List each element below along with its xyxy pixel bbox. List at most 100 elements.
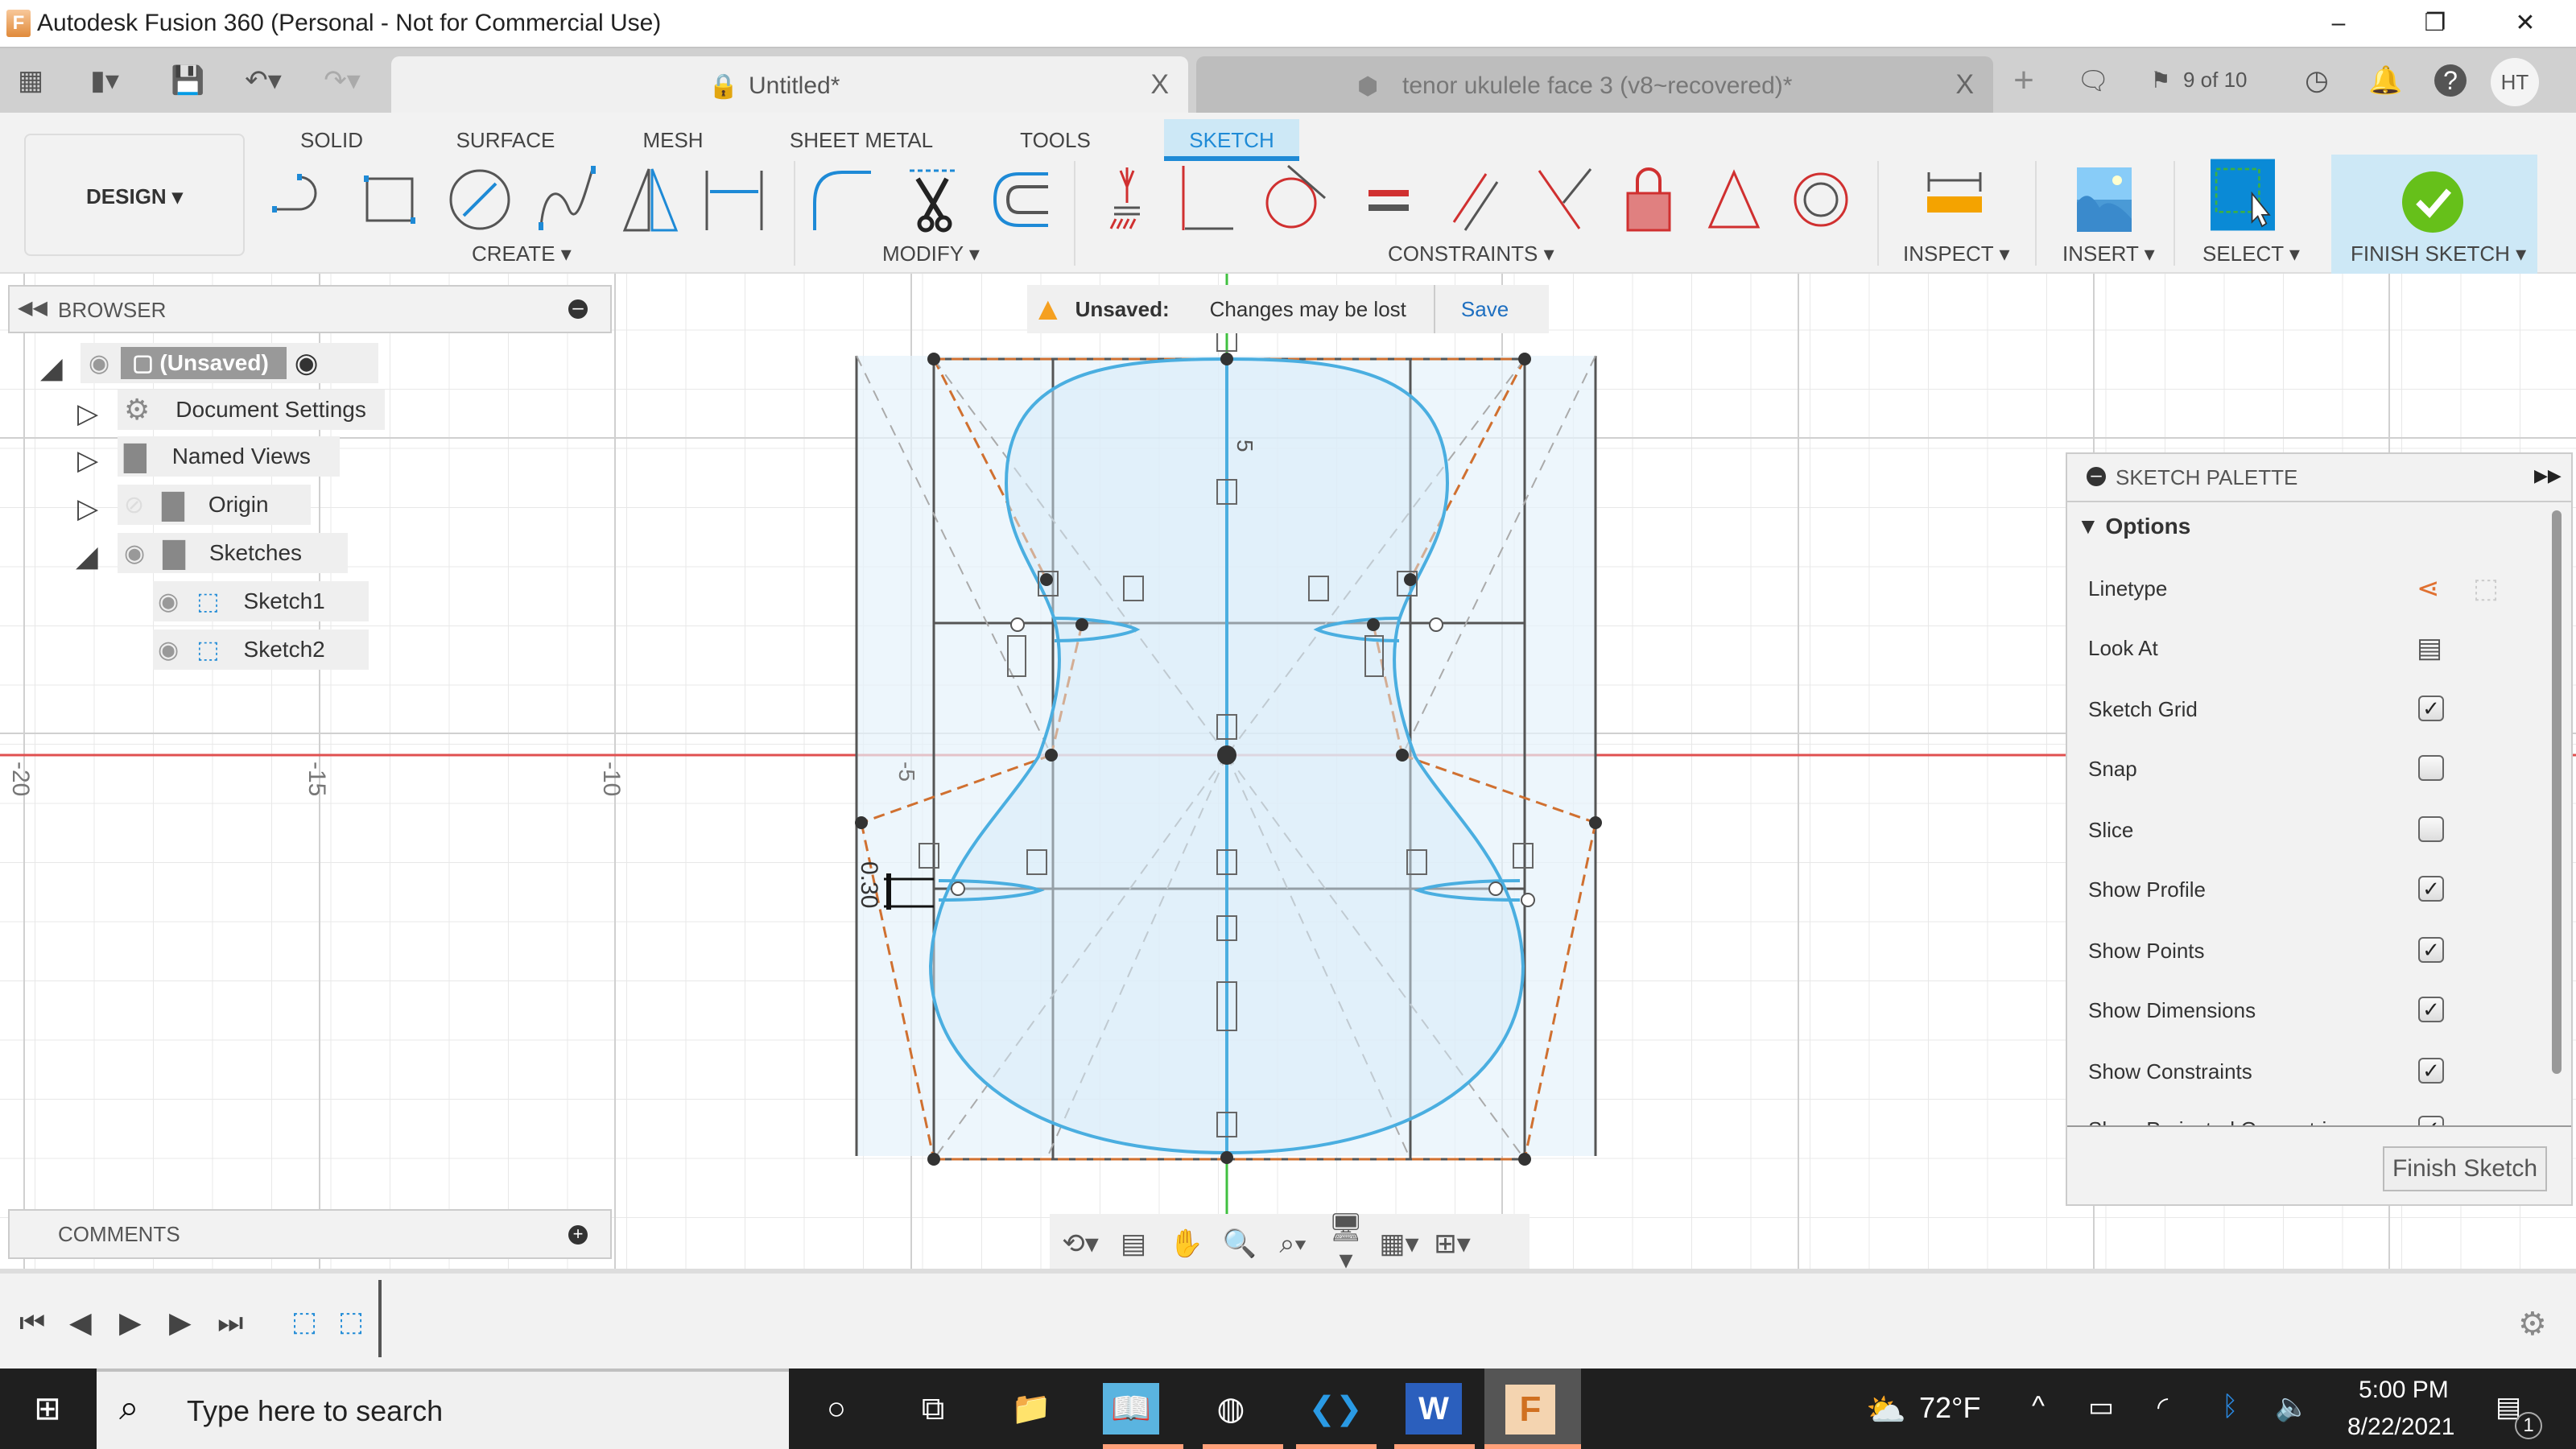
mirror-tool-icon[interactable]: [618, 163, 683, 235]
windows-start-icon[interactable]: ⊞: [19, 1383, 76, 1435]
symmetry-constraint-icon[interactable]: [1702, 163, 1766, 235]
perpendicular-constraint-icon[interactable]: [1177, 163, 1241, 235]
tab-tools[interactable]: TOOLS: [1011, 119, 1100, 161]
lock-constraint-icon[interactable]: [1616, 163, 1681, 235]
options-section-toggle[interactable]: ▼ Options: [2077, 514, 2190, 539]
centerline-linetype-icon[interactable]: ⬚: [2473, 568, 2499, 609]
browser-item-origin[interactable]: ⊘ ▇ Origin: [118, 485, 311, 525]
step-forward-icon[interactable]: ▶: [169, 1306, 192, 1340]
clock-time[interactable]: 5:00 PM: [2359, 1377, 2449, 1404]
weather-temp[interactable]: 72°F: [1919, 1391, 1980, 1425]
insert-image-icon[interactable]: [2072, 163, 2136, 235]
tab-surface[interactable]: SURFACE: [451, 119, 560, 161]
pan-hand-icon[interactable]: ✋: [1164, 1228, 1209, 1260]
expand-palette-icon[interactable]: ▶▶: [2534, 465, 2562, 486]
fusion-taskbar-active[interactable]: F: [1484, 1368, 1581, 1449]
tab-sketch[interactable]: SKETCH: [1164, 119, 1299, 161]
grid-snap-icon[interactable]: ▦▾: [1377, 1228, 1422, 1260]
eye-icon[interactable]: ◉: [158, 588, 179, 616]
user-avatar[interactable]: HT: [2491, 58, 2539, 106]
new-tab-button[interactable]: +: [2008, 63, 2040, 98]
parallel-constraint-icon[interactable]: [1446, 163, 1510, 235]
palette-scrollbar[interactable]: [2552, 510, 2562, 1074]
help-icon[interactable]: ?: [2434, 64, 2467, 97]
sketch-canvas[interactable]: -20 -15 -10 -5 5 0.30 ▲ Unsaved: Changes…: [0, 274, 2576, 1269]
play-icon[interactable]: ▶: [119, 1306, 142, 1340]
tab-mesh[interactable]: MESH: [633, 119, 713, 161]
insert-menu[interactable]: INSERT ▾: [2062, 242, 2155, 266]
browser-item-named-views[interactable]: ▇ Named Views: [118, 436, 340, 477]
viewports-icon[interactable]: ⊞▾: [1430, 1228, 1475, 1260]
taskbar-search[interactable]: ⌕ Type here to search: [97, 1368, 789, 1449]
close-tab-button[interactable]: X: [1150, 69, 1169, 101]
browser-item-sketch2[interactable]: ◉ ⬚ Sketch2: [153, 630, 369, 670]
step-back-icon[interactable]: ◀: [69, 1306, 92, 1340]
job-status-count[interactable]: 9 of 10: [2183, 68, 2248, 93]
save-icon[interactable]: 💾: [171, 64, 204, 97]
line-tool-icon[interactable]: [270, 163, 335, 235]
slice-checkbox[interactable]: [2418, 816, 2444, 842]
timeline-sketch1-icon[interactable]: ⬚: [291, 1306, 317, 1338]
show-constraints-checkbox[interactable]: ✓: [2418, 1058, 2444, 1084]
weather-icon[interactable]: ⛅: [1866, 1391, 1906, 1429]
kindle-icon[interactable]: 📖: [1103, 1383, 1159, 1435]
cortana-icon[interactable]: ○: [808, 1383, 865, 1435]
tab-solid[interactable]: SOLID: [293, 119, 370, 161]
go-to-start-icon[interactable]: ⏮: [19, 1306, 45, 1340]
comment-icon[interactable]: 🗨: [2077, 64, 2110, 97]
eye-icon[interactable]: ◉: [89, 349, 109, 378]
dimension-tool-icon[interactable]: [702, 163, 766, 235]
measure-ruler-icon[interactable]: [1922, 163, 1987, 235]
volume-icon[interactable]: 🔈: [2275, 1391, 2309, 1423]
ukulele-sketch[interactable]: [855, 329, 1602, 1166]
sketch-grid-checkbox[interactable]: ✓: [2418, 696, 2444, 721]
vscode-icon[interactable]: ❮❯: [1307, 1383, 1364, 1435]
add-comment-icon[interactable]: +: [568, 1225, 588, 1245]
show-projected-checkbox[interactable]: ✓: [2418, 1116, 2444, 1125]
look-at-icon[interactable]: ▤: [2417, 628, 2442, 668]
finish-sketch-menu[interactable]: FINISH SKETCH ▾: [2351, 242, 2526, 266]
snap-checkbox[interactable]: [2418, 755, 2444, 781]
browser-item-sketches[interactable]: ◉ ▇ Sketches: [118, 533, 348, 573]
chrome-icon[interactable]: ◍: [1203, 1383, 1259, 1435]
restore-button[interactable]: ❐: [2399, 5, 2471, 42]
browser-root-item[interactable]: ◉ ▢ (Unsaved) ◉: [80, 343, 378, 383]
collapse-browser-icon[interactable]: ◀◀: [18, 296, 47, 320]
activate-radio-icon[interactable]: ◉: [295, 347, 319, 379]
browser-item-sketch1[interactable]: ◉ ⬚ Sketch1: [153, 581, 369, 621]
browser-item-document-settings[interactable]: ⚙ Document Settings: [118, 390, 385, 430]
workspace-switcher-button[interactable]: DESIGN ▾: [24, 134, 245, 256]
minimize-button[interactable]: –: [2302, 5, 2375, 42]
eye-icon[interactable]: ◉: [158, 636, 179, 664]
finish-sketch-button[interactable]: Finish Sketch: [2383, 1146, 2547, 1191]
close-tab-button[interactable]: X: [1955, 69, 1974, 101]
timeline-sketch2-icon[interactable]: ⬚: [338, 1306, 364, 1338]
undo-icon[interactable]: ↶▾: [235, 64, 291, 97]
zoom-icon[interactable]: 🔍: [1217, 1228, 1262, 1260]
go-to-end-icon[interactable]: ⏭: [217, 1306, 243, 1340]
fit-window-icon[interactable]: ⌕▾: [1270, 1228, 1315, 1260]
bluetooth-icon[interactable]: ᛒ: [2222, 1391, 2238, 1422]
show-hidden-icons-chevron[interactable]: ^: [2032, 1391, 2045, 1422]
notifications-bell-icon[interactable]: 🔔: [2368, 64, 2402, 97]
timeline-marker[interactable]: [378, 1280, 382, 1357]
coincident-constraint-icon[interactable]: [1531, 163, 1596, 235]
wifi-icon[interactable]: ◜: [2157, 1391, 2168, 1423]
orbit-icon[interactable]: ⟲▾: [1058, 1228, 1103, 1260]
file-menu-icon[interactable]: ▮▾: [80, 64, 129, 97]
tab-sheet-metal[interactable]: SHEET METAL: [776, 119, 947, 161]
task-view-icon[interactable]: ⧉: [905, 1383, 961, 1435]
expand-root-icon[interactable]: ◢: [40, 351, 63, 385]
expand-arrow-icon[interactable]: ▷: [77, 493, 98, 525]
select-box-icon[interactable]: [2211, 155, 2275, 235]
rectangle-tool-icon[interactable]: [359, 163, 423, 235]
equal-constraint-icon[interactable]: [1357, 163, 1422, 235]
redo-icon[interactable]: ↷▾: [314, 64, 370, 97]
trim-scissors-icon[interactable]: [902, 163, 966, 235]
look-at-icon[interactable]: ▤: [1111, 1228, 1156, 1260]
tab-tenor-ukulele[interactable]: ⬢ tenor ukulele face 3 (v8~recovered)* X: [1196, 56, 1993, 114]
file-explorer-icon[interactable]: 📁: [1003, 1383, 1059, 1435]
circle-tool-icon[interactable]: [448, 163, 512, 235]
construction-linetype-icon[interactable]: ⋖: [2417, 568, 2440, 609]
select-menu[interactable]: SELECT ▾: [2202, 242, 2300, 266]
